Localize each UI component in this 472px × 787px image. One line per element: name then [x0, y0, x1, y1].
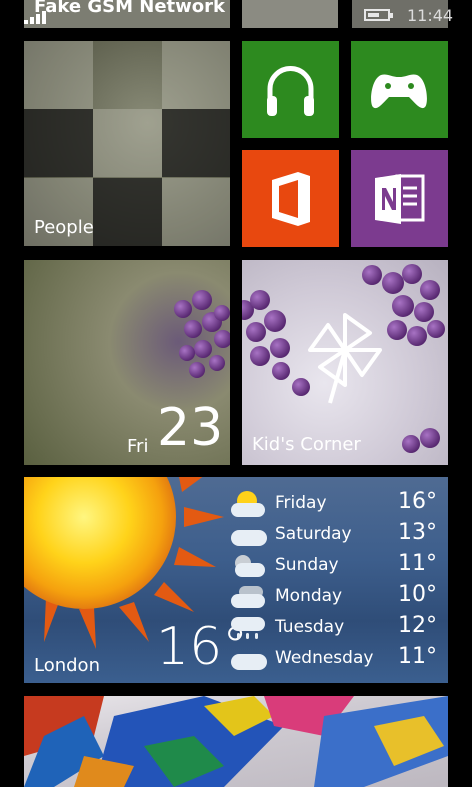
forecast-day: Saturday	[275, 524, 352, 544]
forecast-temp: 11°	[398, 644, 437, 669]
kids-corner-tile[interactable]: Kid's Corner	[242, 260, 448, 465]
cloudy-icon	[229, 584, 269, 612]
forecast-temp: 11°	[398, 551, 437, 576]
weather-city: London	[34, 655, 100, 676]
partly-cloudy-icon	[229, 553, 269, 581]
forecast-row: Monday 10°	[229, 582, 439, 614]
onenote-icon	[375, 174, 425, 224]
people-tile-label: People	[34, 217, 94, 238]
battery-level	[368, 13, 379, 17]
partly-sunny-icon	[229, 491, 269, 519]
top-tile-strip[interactable]	[242, 0, 338, 28]
xbox-tile[interactable]	[351, 41, 448, 138]
pinwheel-icon	[308, 313, 382, 404]
clock: 11:44	[407, 6, 454, 25]
battery-icon	[364, 9, 393, 21]
calendar-date: 23	[157, 398, 224, 458]
people-tile[interactable]: People	[24, 41, 230, 246]
photo-tile[interactable]	[24, 696, 448, 787]
painting-image	[24, 696, 448, 787]
forecast-day: Friday	[275, 493, 327, 513]
rain-icon	[229, 615, 269, 643]
office-icon	[272, 172, 310, 226]
forecast-row: Tuesday 12°	[229, 613, 439, 645]
headphones-icon	[267, 66, 314, 116]
network-name: Fake GSM Network	[34, 0, 225, 17]
xbox-controller-icon	[371, 74, 427, 109]
forecast-temp: 16°	[398, 489, 437, 514]
music-tile[interactable]	[242, 41, 339, 138]
forecast-day: Wednesday	[275, 648, 374, 668]
forecast-row: Sunday 11°	[229, 551, 439, 583]
calendar-day: Fri	[127, 436, 149, 457]
calendar-tile[interactable]: Fri 23	[24, 260, 230, 465]
forecast-temp: 10°	[398, 582, 437, 607]
forecast-temp: 12°	[398, 613, 437, 638]
forecast-day: Tuesday	[275, 617, 345, 637]
weather-tile[interactable]: 16° London Friday 16° Saturday 13° Sunda…	[24, 477, 448, 683]
cloud-icon	[229, 522, 269, 550]
forecast-day: Monday	[275, 586, 343, 606]
kids-corner-label: Kid's Corner	[252, 434, 361, 455]
forecast-row: Saturday 13°	[229, 520, 439, 552]
onenote-tile[interactable]	[351, 150, 448, 247]
forecast-temp: 13°	[398, 520, 437, 545]
forecast-row: Friday 16°	[229, 489, 439, 521]
office-tile[interactable]	[242, 150, 339, 247]
forecast-day: Sunday	[275, 555, 339, 575]
cloud-icon	[229, 646, 269, 674]
forecast-row: Wednesday 11°	[229, 644, 439, 676]
